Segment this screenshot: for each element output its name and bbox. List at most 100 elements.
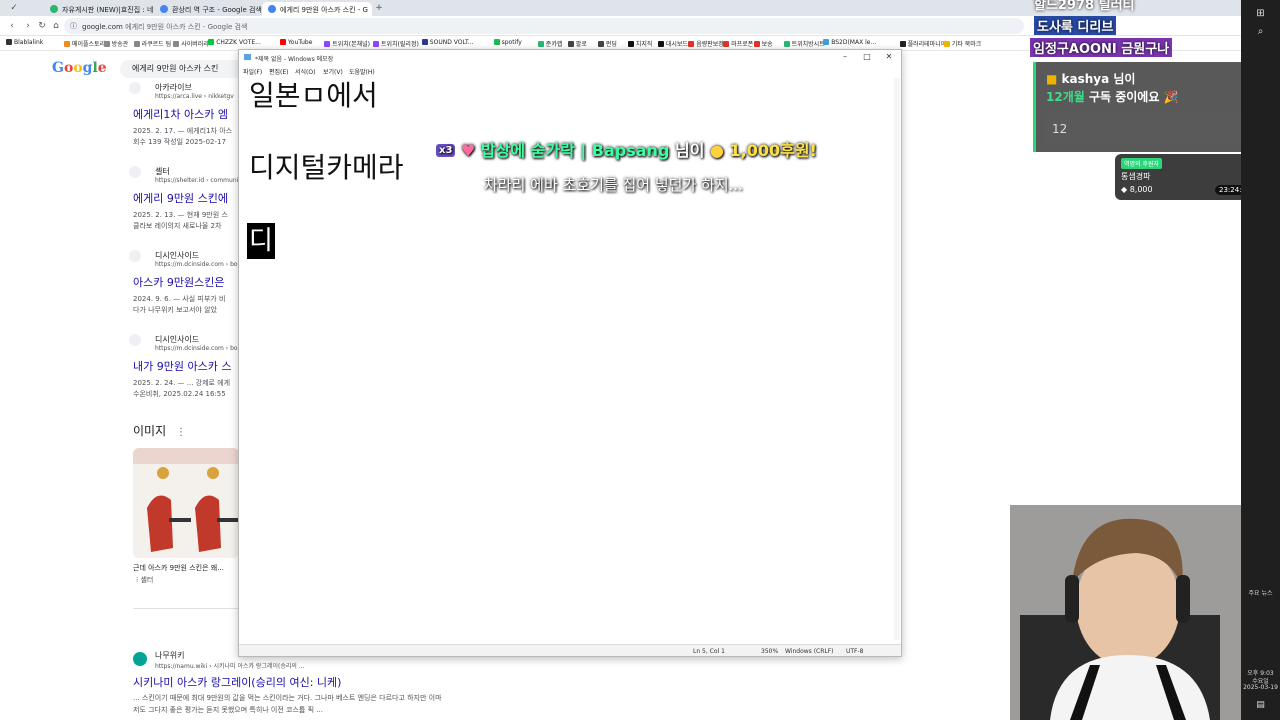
notepad-icon	[244, 54, 251, 60]
sub-months: 12개월	[1046, 90, 1085, 104]
bookmark-item[interactable]: BS2D(MAX le...	[823, 39, 876, 46]
bookmark-item[interactable]: 팔로	[567, 39, 587, 48]
search-icon[interactable]: ⌕	[1241, 26, 1280, 37]
menu-edit[interactable]: 편집(E)	[269, 67, 289, 76]
subscriber-line: ■ kashya 님이	[1046, 70, 1135, 87]
bookmark-item[interactable]: 플러리테마니아	[899, 39, 946, 48]
bookmark-label: 방송관	[111, 41, 129, 48]
bookmark-item[interactable]: 사이버러리	[173, 39, 209, 48]
bookmark-icon	[280, 39, 286, 45]
result-url[interactable]: https://shelter.id › communi	[155, 177, 243, 184]
bookmark-item[interactable]: 방송관	[103, 39, 129, 48]
bookmark-item[interactable]: CHZZK VOTE...	[208, 39, 261, 46]
result-title[interactable]: 시키나미 아스카 랑그레이(승리의 여신: 니케)	[133, 674, 533, 690]
result-url[interactable]: https://m.dcinside.com › bo	[155, 261, 243, 268]
bookmark-item[interactable]: 치지직	[627, 39, 652, 48]
bookmark-item[interactable]: 마프로폰	[723, 39, 753, 48]
reload-icon[interactable]: ↻	[36, 20, 48, 32]
result-url[interactable]: https://arca.live › nikketgv	[155, 93, 243, 100]
image-caption[interactable]: 근데 아스카 9만원 스킨은 왜...	[133, 563, 243, 573]
tab-google-search-2[interactable]: 에게리 9만원 아스카 스킨 - G	[262, 2, 372, 16]
bookmark-item[interactable]: 준카랩	[537, 39, 562, 48]
bookmark-icon	[943, 41, 950, 47]
new-tab-button[interactable]: +	[373, 2, 385, 14]
menu-format[interactable]: 서식(O)	[295, 67, 315, 76]
tab-label: 에게리 9만원 아스카 스킨 - G	[280, 6, 368, 14]
bookmark-label: 펀딩	[605, 41, 617, 48]
google-icon	[268, 5, 276, 13]
result-url[interactable]: https://m.dcinside.com › bo	[155, 345, 243, 352]
result-title[interactable]: 아스카 9만원스킨은	[133, 274, 243, 290]
image-thumbnail[interactable]	[133, 448, 239, 558]
result-title[interactable]: 에게리 9만원 스킨에	[133, 190, 243, 206]
menu-file[interactable]: 파일(F)	[243, 67, 262, 76]
fund-amount-line: ◆ 8,000	[1121, 185, 1153, 194]
tab-free-board[interactable]: 자유게시판 (NEW)|효진집 : 네	[44, 2, 154, 16]
start-icon[interactable]: ⊞	[1241, 8, 1280, 19]
forward-icon[interactable]: ›	[22, 20, 34, 32]
result-snippet: 저도 그다지 좋은 평가는 듣지 못했으며 특히나 이전 코스튬 픽 ...	[133, 706, 323, 714]
bookmark-label: 기타 북마크	[951, 41, 982, 48]
site-favicon	[129, 250, 141, 262]
notepad-titlebar[interactable]: *제목 없음 - Windows 메모장 – □ ✕	[239, 50, 901, 64]
bookmark-item[interactable]: 기타 북마크	[943, 39, 982, 48]
google-search-input[interactable]: 에게리 9만원 아스카 스킨	[120, 60, 238, 78]
bookmark-item[interactable]: 음량판보정	[688, 39, 724, 48]
bookmark-label: 트위치방시트	[791, 41, 825, 48]
home-icon[interactable]: ⌂	[50, 20, 62, 32]
bookmark-item[interactable]: 대시보드	[657, 39, 688, 48]
address-bar[interactable]: ⓘ google.com 에게리 9만원 아스카 스킨 - Google 검색	[64, 18, 1024, 34]
notepad-editor[interactable]: 일본ㅁ에서 디지털카메라	[249, 78, 889, 186]
bookmark-item[interactable]: 펀딩	[597, 39, 617, 48]
vertical-scrollbar[interactable]	[894, 78, 900, 640]
notification-icon[interactable]: ▤	[1241, 700, 1280, 710]
bookmark-item[interactable]: 트위치방시트	[783, 39, 825, 48]
bookmark-item[interactable]: 트위치(본채널)	[324, 39, 370, 48]
result-snippet: 2025. 2. 17. — 에게리1차 아스	[133, 127, 233, 135]
bookmark-item[interactable]: 메이플스토리	[64, 39, 105, 48]
site-info-icon[interactable]: ⓘ	[70, 21, 77, 31]
divider	[133, 608, 243, 609]
result-site: 셸터	[155, 167, 170, 176]
result-title[interactable]: 에게리1차 아스카 엠	[133, 106, 243, 122]
bookmark-label: 라쿠르드 팀	[141, 41, 172, 48]
banner-line: 할드2978 틸러티	[1034, 0, 1135, 13]
bookmark-item[interactable]: Blablalink	[6, 39, 43, 46]
menu-help[interactable]: 도움말(H)	[349, 67, 375, 76]
close-button[interactable]: ✕	[879, 52, 899, 61]
news-widget[interactable]: 주요 뉴스	[1241, 588, 1280, 597]
bookmark-item[interactable]: spotify	[493, 39, 522, 46]
site-favicon	[129, 166, 141, 178]
result-snippet: 다가 나무위키 보고서야 알았	[133, 306, 217, 314]
fund-title: 통샘경파	[1121, 172, 1151, 181]
result-snippet: 회수 139 작성일 2025-02-17	[133, 138, 226, 146]
result-snippet: 2025. 2. 24. — ... 강제로 에게	[133, 379, 231, 387]
bookmark-icon	[324, 41, 331, 47]
tab-google-search-1[interactable]: 환상리 역 구조 - Google 검색	[154, 2, 262, 16]
result-title[interactable]: 내가 9만원 아스카 스	[133, 358, 243, 374]
bookmark-icon	[823, 39, 830, 45]
result-url[interactable]: https://namu.wiki › 시키나미 아스카 랑그레이(승리의 ..…	[155, 661, 533, 670]
google-icon	[160, 5, 168, 13]
more-options-icon[interactable]: ⋮	[176, 427, 186, 438]
bookmark-item[interactable]: SOUND VOLT...	[421, 39, 474, 46]
bookmark-item[interactable]: 라쿠르드 팀	[133, 39, 172, 48]
back-icon[interactable]: ‹	[6, 20, 18, 32]
bookmark-icon	[173, 41, 180, 47]
bookmark-label: YouTube	[288, 39, 313, 46]
maximize-button[interactable]: □	[857, 52, 877, 61]
menu-view[interactable]: 보기(V)	[323, 67, 343, 76]
tab-label: 자유게시판 (NEW)|효진집 : 네	[62, 6, 154, 14]
image-source: ⁝ 셸터	[136, 575, 153, 585]
fund-amount: 8,000	[1129, 185, 1153, 194]
google-logo[interactable]: Google	[52, 60, 107, 76]
browser-menu-icon[interactable]: ✓	[8, 2, 20, 14]
bookmark-item[interactable]: YouTube	[280, 39, 312, 46]
status-encoding: UTF-8	[846, 648, 864, 655]
minimize-button[interactable]: –	[835, 52, 855, 61]
bookmark-item[interactable]: 트위치(릴리정)	[373, 39, 419, 48]
sub-months-line: 12개월 구독 중이에요 🎉	[1046, 88, 1179, 105]
asuka-skin-image	[133, 448, 239, 558]
bookmark-item[interactable]: 보송	[753, 39, 773, 48]
text-line: 일본ㅁ에서	[249, 79, 378, 112]
